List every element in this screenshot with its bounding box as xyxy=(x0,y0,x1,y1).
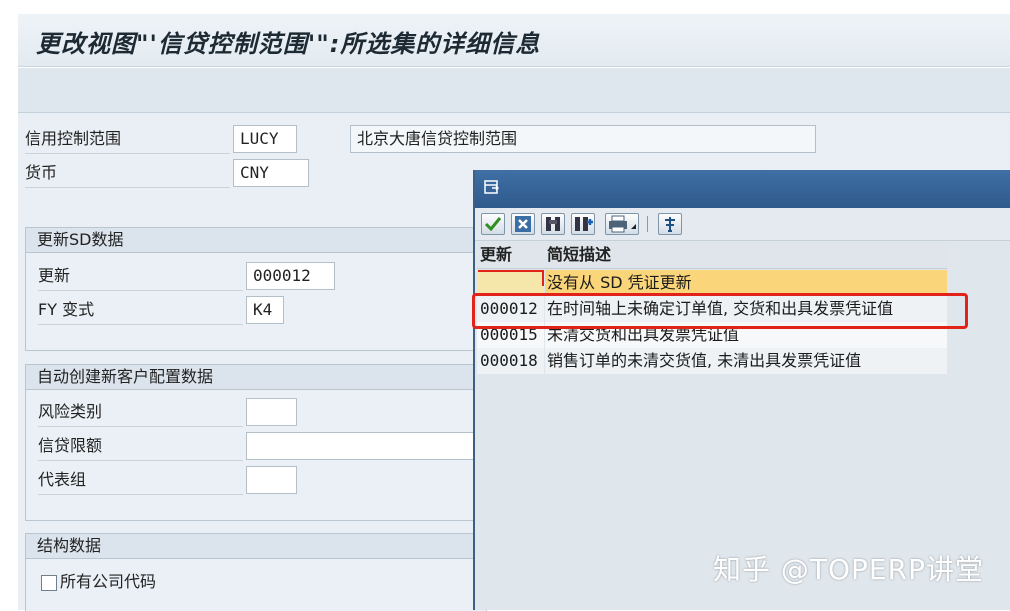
print-icon[interactable] xyxy=(605,213,639,235)
credit-limit-field[interactable] xyxy=(246,432,474,460)
rep-group-label: 代表组 xyxy=(38,466,243,495)
all-company-codes-label: 所有公司代码 xyxy=(60,572,157,591)
fiscal-year-variant-field[interactable]: K4 xyxy=(246,296,284,324)
fiscal-year-variant-label: FY 变式 xyxy=(38,296,243,325)
group-auto-create-title: 自动创建新客户配置数据 xyxy=(26,365,486,390)
window-title: 更改视图"'信贷控制范围'":所选集的详细信息 xyxy=(36,30,541,58)
update-field[interactable]: 000012 xyxy=(246,262,335,290)
cancel-icon[interactable] xyxy=(511,213,535,235)
row-code: 000018 xyxy=(477,348,544,374)
possible-entries-popup: 更新 简短描述 没有从 SD 凭证更新 000012 在时间轴上未确定订单值, … xyxy=(473,170,1010,610)
application-toolbar xyxy=(18,68,1010,113)
column-header-description[interactable]: 简短描述 xyxy=(545,242,947,268)
update-label: 更新 xyxy=(38,262,243,291)
table-header: 更新 简短描述 xyxy=(477,242,947,269)
table-row[interactable]: 000018 销售订单的未清交货值, 未清出具发票凭证值 xyxy=(477,348,947,374)
toolbar-separator xyxy=(647,216,648,232)
column-header-update[interactable]: 更新 xyxy=(477,242,544,268)
risk-category-label: 风险类别 xyxy=(38,398,243,427)
group-structure-title: 结构数据 xyxy=(26,534,486,559)
rep-group-field[interactable] xyxy=(246,466,297,494)
check-icon[interactable] xyxy=(481,213,505,235)
find-next-icon[interactable] xyxy=(571,213,595,235)
highlight-annotation xyxy=(472,293,968,329)
group-update-sd-title: 更新SD数据 xyxy=(26,228,486,253)
currency-field[interactable]: CNY xyxy=(233,159,309,187)
popup-toolbar xyxy=(475,208,1010,241)
title-bar: 更改视图"'信贷控制范围'":所选集的详细信息 xyxy=(18,14,1010,67)
credit-limit-label: 信贷限额 xyxy=(38,432,243,461)
credit-area-field[interactable]: LUCY xyxy=(233,125,297,153)
credit-area-description: 北京大唐信贷控制范围 xyxy=(350,125,816,153)
currency-label: 货币 xyxy=(25,159,230,188)
popup-header[interactable] xyxy=(475,170,1010,208)
find-icon[interactable] xyxy=(541,213,565,235)
risk-category-field[interactable] xyxy=(246,398,297,426)
info-icon[interactable] xyxy=(658,213,682,235)
all-company-codes-checkbox[interactable] xyxy=(41,575,57,591)
row-description: 销售订单的未清交货值, 未清出具发票凭证值 xyxy=(545,348,947,374)
focus-marker xyxy=(478,270,544,286)
credit-area-label: 信用控制范围 xyxy=(25,125,230,154)
watermark: 知乎 @TOPERP讲堂 xyxy=(713,553,984,586)
popup-window-icon xyxy=(484,180,499,194)
